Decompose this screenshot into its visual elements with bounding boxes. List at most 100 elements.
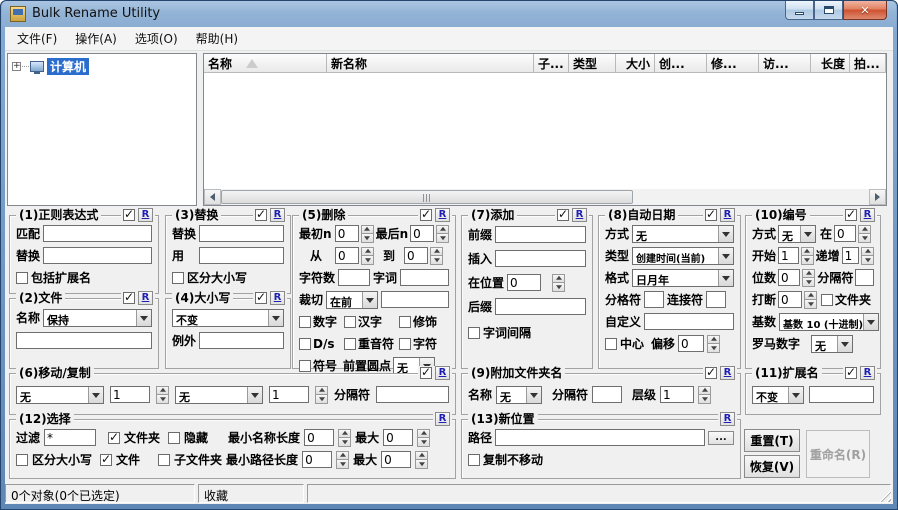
column-header-name[interactable]: 名称: [204, 54, 327, 73]
selections-folders-checkbox[interactable]: [108, 432, 120, 444]
spin-down-icon[interactable]: [361, 256, 374, 265]
spin-down-icon[interactable]: [430, 256, 443, 265]
selections-filter-input[interactable]: [44, 429, 96, 446]
selections-minname-spinner[interactable]: [338, 429, 351, 447]
group-numbering-reset-button[interactable]: R: [860, 208, 875, 222]
num-incr-input[interactable]: [842, 247, 859, 264]
column-header-accessed[interactable]: 访...: [759, 54, 811, 73]
num-sep-input[interactable]: [855, 269, 874, 286]
folder-tree[interactable]: + 计算机: [7, 53, 197, 206]
group-extension-checkbox[interactable]: [845, 367, 857, 379]
column-header-size[interactable]: 大小: [616, 54, 655, 73]
remove-ds-checkbox[interactable]: [299, 338, 311, 350]
remove-crop-input[interactable]: [381, 291, 449, 308]
group-extension-reset-button[interactable]: R: [860, 366, 875, 380]
movecopy-sep-input[interactable]: [376, 386, 449, 403]
menu-file[interactable]: 文件(F): [8, 27, 66, 50]
spin-up-icon[interactable]: [361, 225, 374, 235]
group-autodate-checkbox[interactable]: [705, 209, 717, 221]
spin-up-icon[interactable]: [415, 451, 428, 461]
autodate-custom-input[interactable]: [644, 313, 734, 330]
movecopy-mode2-select[interactable]: 无: [175, 386, 263, 404]
extension-mode-select[interactable]: 不变: [752, 386, 804, 404]
case-mode-select[interactable]: 不变: [172, 309, 284, 327]
num-at-input[interactable]: [834, 225, 856, 242]
add-insert-input[interactable]: [495, 250, 586, 267]
spin-down-icon[interactable]: [858, 234, 871, 243]
spin-up-icon[interactable]: [552, 274, 565, 284]
spin-down-icon[interactable]: [361, 234, 374, 243]
spin-down-icon[interactable]: [415, 460, 428, 469]
selections-minpath-spinner[interactable]: [336, 451, 349, 469]
column-header-length[interactable]: 长度: [811, 54, 850, 73]
spin-down-icon[interactable]: [804, 300, 817, 309]
tree-item-label[interactable]: 计算机: [47, 58, 89, 75]
group-replace-checkbox[interactable]: [255, 209, 267, 221]
selections-maxname-spinner[interactable]: [417, 429, 430, 447]
remove-charsbox-checkbox[interactable]: [399, 338, 411, 350]
spin-down-icon[interactable]: [436, 234, 449, 243]
spin-up-icon[interactable]: [698, 386, 711, 396]
scrollbar-thumb[interactable]: [221, 190, 633, 204]
add-atpos-input[interactable]: [507, 274, 541, 291]
group-add-checkbox[interactable]: [557, 209, 569, 221]
spin-up-icon[interactable]: [156, 386, 169, 396]
num-break-spinner[interactable]: [804, 291, 817, 309]
remove-crop-select[interactable]: 在前: [326, 291, 378, 309]
tree-item-computer[interactable]: + 计算机: [12, 58, 196, 75]
remove-trim-checkbox[interactable]: [399, 316, 411, 328]
movecopy-count2-spinner[interactable]: [315, 386, 328, 404]
group-replace-reset-button[interactable]: R: [270, 208, 285, 222]
num-mode-select[interactable]: 无: [778, 225, 816, 243]
selections-subfolders-checkbox[interactable]: [158, 454, 170, 466]
num-pad-input[interactable]: [778, 269, 800, 286]
replace-find-input[interactable]: [199, 225, 284, 242]
group-movecopy-checkbox[interactable]: [420, 367, 432, 379]
group-file-reset-button[interactable]: R: [138, 291, 153, 305]
autodate-format-select[interactable]: 日月年: [632, 269, 734, 287]
group-remove-reset-button[interactable]: R: [435, 208, 450, 222]
remove-from-input[interactable]: [335, 247, 359, 264]
regex-replace-input[interactable]: [43, 247, 152, 264]
group-newlocation-reset-button[interactable]: R: [720, 412, 735, 426]
group-movecopy-reset-button[interactable]: R: [435, 366, 450, 380]
movecopy-count1-spinner[interactable]: [156, 386, 169, 404]
appendfolder-levels-spinner[interactable]: [698, 386, 711, 404]
menu-help[interactable]: 帮助(H): [187, 27, 247, 50]
remove-to-input[interactable]: [404, 247, 428, 264]
movecopy-count1-input[interactable]: [110, 386, 150, 403]
column-header-modified[interactable]: 修...: [707, 54, 759, 73]
file-name-select[interactable]: 保持: [43, 309, 152, 327]
selections-maxpath-input[interactable]: [381, 451, 411, 468]
num-start-input[interactable]: [778, 247, 799, 264]
remove-symbols-checkbox[interactable]: [299, 360, 311, 372]
add-wordspace-checkbox[interactable]: [468, 327, 480, 339]
revert-button[interactable]: 恢复(V): [744, 455, 800, 478]
spin-down-icon[interactable]: [802, 278, 815, 287]
newlocation-copy-checkbox[interactable]: [468, 454, 480, 466]
remove-from-spinner[interactable]: [361, 247, 374, 265]
spin-down-icon[interactable]: [861, 256, 874, 265]
autodate-mode-select[interactable]: 无: [632, 225, 734, 243]
spin-down-icon[interactable]: [336, 460, 349, 469]
minimize-button[interactable]: [785, 1, 814, 20]
group-remove-checkbox[interactable]: [420, 209, 432, 221]
selections-minpath-input[interactable]: [302, 451, 332, 468]
remove-words-input[interactable]: [400, 269, 449, 286]
remove-accents-checkbox[interactable]: [344, 338, 356, 350]
spin-up-icon[interactable]: [858, 225, 871, 235]
add-suffix-input[interactable]: [495, 298, 586, 315]
reset-button[interactable]: 重置(T): [744, 429, 800, 452]
group-case-checkbox[interactable]: [255, 292, 267, 304]
spin-up-icon[interactable]: [336, 451, 349, 461]
spin-up-icon[interactable]: [707, 335, 720, 345]
num-folder-checkbox[interactable]: [821, 294, 833, 306]
newlocation-path-input[interactable]: [495, 429, 705, 446]
spin-up-icon[interactable]: [861, 247, 874, 257]
remove-chinese-checkbox[interactable]: [344, 316, 356, 328]
autodate-offset-input[interactable]: [678, 335, 704, 352]
column-header-type[interactable]: 类型: [569, 54, 616, 73]
file-list[interactable]: 名称 新名称 子... 类型 大小 创... 修... 访... 长度 拍...: [203, 53, 887, 206]
appendfolder-sep-input[interactable]: [592, 386, 622, 403]
appendfolder-name-select[interactable]: 无: [496, 386, 542, 404]
